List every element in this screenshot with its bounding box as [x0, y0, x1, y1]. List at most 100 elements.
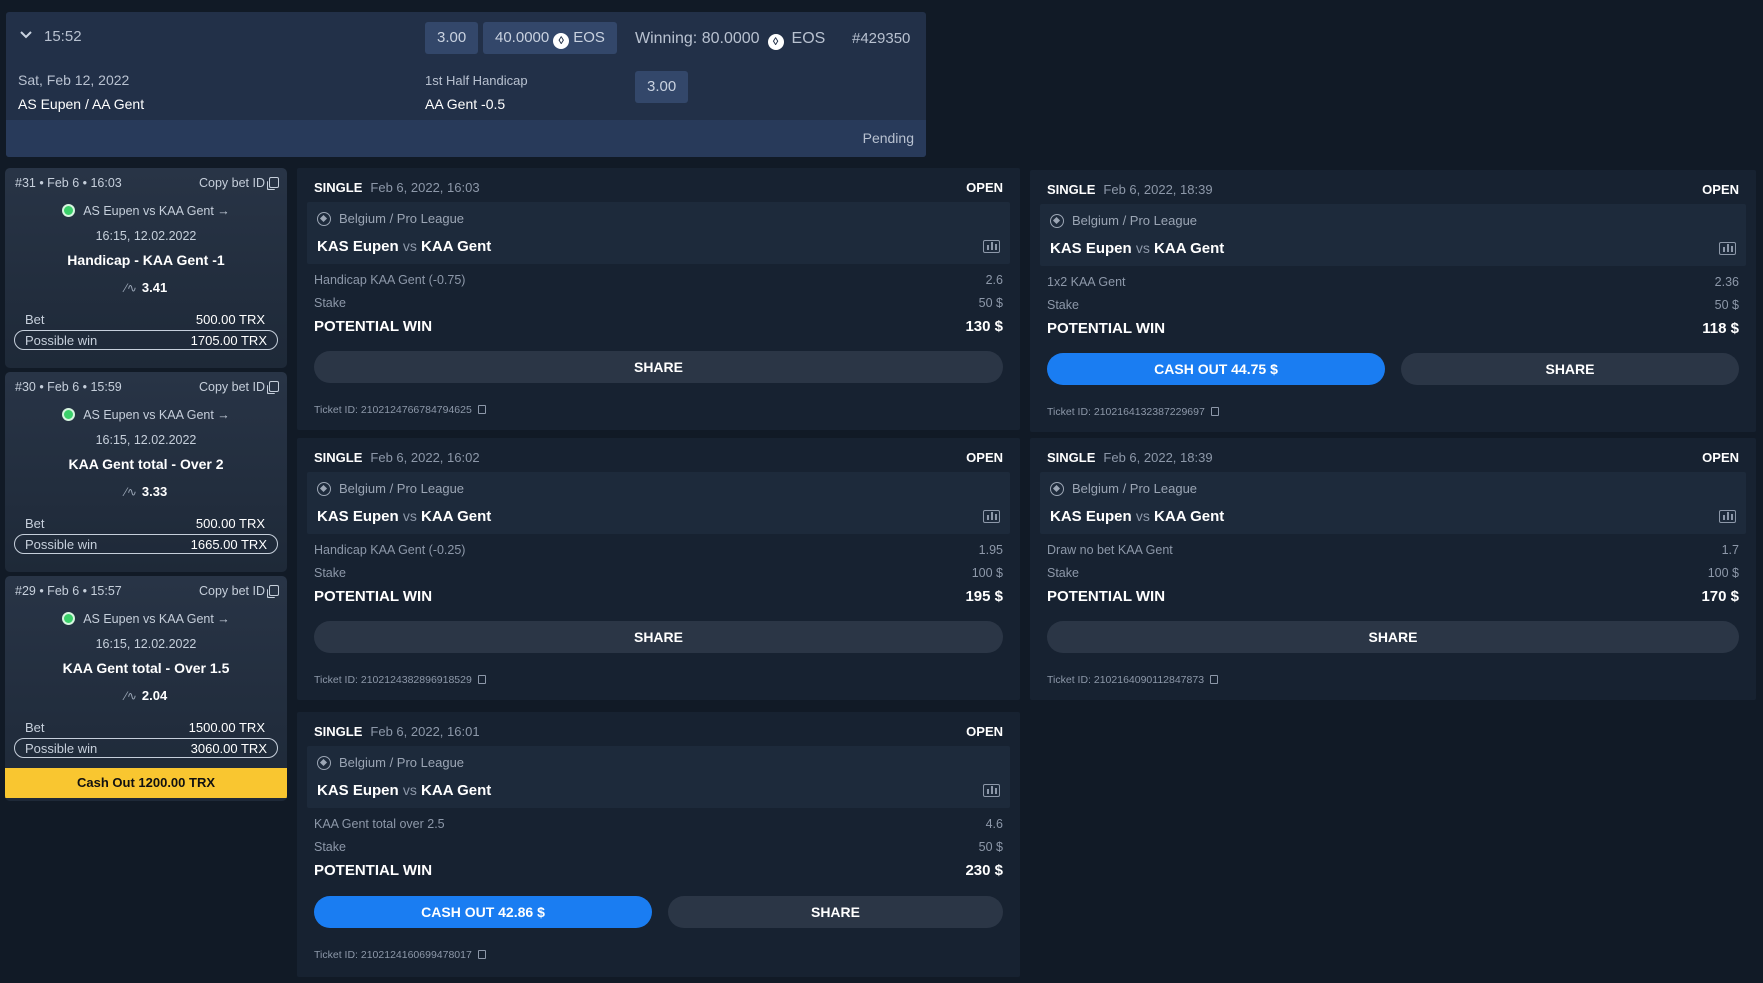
stats-icon[interactable]	[1719, 510, 1736, 523]
copy-icon[interactable]	[477, 675, 486, 684]
stake-value: 50 $	[978, 840, 1003, 854]
potential-win-value: 170 $	[1701, 588, 1739, 605]
pick-odds: 2.36	[1714, 275, 1739, 289]
cash-out-button[interactable]: CASH OUT 42.86 $	[314, 896, 652, 928]
copy-label: Copy bet ID	[198, 380, 265, 394]
bet-date: Sat, Feb 12, 2022	[18, 72, 130, 88]
odds-text: 3.33	[141, 484, 168, 499]
possible-win-value: 3060.00 TRX	[190, 741, 267, 756]
soccer-ball-icon	[317, 756, 331, 770]
home-team: KAS Eupen	[317, 508, 399, 525]
possible-win-box: Possible win 1705.00 TRX	[14, 330, 278, 350]
away-team: KAA Gent	[1154, 508, 1225, 525]
match-name: AS Eupen vs KAA Gent →	[83, 204, 230, 218]
away-team: KAA Gent	[421, 782, 492, 799]
ticket-card: SINGLE Feb 6, 2022, 16:02 OPEN Belgium / …	[297, 438, 1020, 700]
possible-win-value: 1665.00 TRX	[190, 537, 267, 552]
potential-win-value: 195 $	[965, 588, 1003, 605]
winning-label: Winning: 80.0000	[635, 30, 760, 47]
pick-label: Handicap KAA Gent (-0.75)	[314, 273, 466, 287]
ticket-footer: Pending	[6, 120, 926, 157]
ticket-type: SINGLE Feb 6, 2022, 18:39	[1047, 182, 1213, 197]
stats-icon[interactable]	[1719, 242, 1736, 255]
league-name: Belgium / Pro League	[339, 211, 465, 226]
share-button[interactable]: SHARE	[668, 896, 1003, 928]
ticket-date: Feb 6, 2022, 16:03	[370, 180, 480, 195]
stake-value: 100 $	[1707, 566, 1739, 580]
copy-bet-id-button[interactable]: Copy bet ID	[199, 584, 279, 598]
stats-icon[interactable]	[983, 784, 1000, 797]
copy-icon[interactable]	[1210, 675, 1219, 684]
league: Belgium / Pro League	[1050, 213, 1197, 228]
pick-label: KAA Gent total over 2.5	[314, 817, 445, 831]
pick-label: Draw no bet KAA Gent	[1047, 543, 1173, 557]
bet-card-header: #30 • Feb 6 • 15:59	[15, 380, 122, 394]
ticket-number: #429350	[852, 30, 911, 47]
event-box: Belgium / Pro League KAS Eupen vs KAA Ge…	[1040, 204, 1746, 266]
copy-icon[interactable]	[477, 405, 486, 414]
possible-win-label: Possible win	[25, 333, 98, 348]
teams: KAS Eupen vs KAA Gent	[1050, 508, 1224, 525]
stats-icon[interactable]	[983, 240, 1000, 253]
bet-value: 1500.00 TRX	[188, 720, 265, 735]
teams: KAS Eupen vs KAA Gent	[1050, 240, 1224, 257]
ticket-status: OPEN	[1702, 182, 1739, 197]
selection-odds-chip: 3.00	[635, 71, 689, 103]
stake-chip: 40.0000 ◊ EOS	[483, 22, 617, 54]
bet-card-match[interactable]: AS Eupen vs KAA Gent →	[5, 612, 287, 626]
ticket-date: Feb 6, 2022, 18:39	[1103, 182, 1213, 197]
share-button[interactable]: SHARE	[314, 621, 1003, 653]
potential-win-label: POTENTIAL WIN	[1047, 588, 1166, 605]
stake-label: Stake	[1047, 566, 1079, 580]
vs-label: vs	[1135, 240, 1150, 256]
share-button[interactable]: SHARE	[314, 351, 1003, 383]
stats-icon[interactable]	[983, 510, 1000, 523]
ticket-type: SINGLE Feb 6, 2022, 18:39	[1047, 450, 1213, 465]
ticket-type: SINGLE Feb 6, 2022, 16:03	[314, 180, 480, 195]
bet-card: #30 • Feb 6 • 15:59 Copy bet ID AS Eupen…	[5, 372, 287, 572]
bet-card: #29 • Feb 6 • 15:57 Copy bet ID AS Eupen…	[5, 576, 287, 801]
ticket-id-text: Ticket ID: 2102124382896918529	[314, 674, 472, 686]
odds-trend-icon: ⁄∿	[124, 281, 137, 295]
copy-icon[interactable]	[477, 950, 486, 959]
selection-name: AA Gent -0.5	[425, 96, 506, 112]
bet-label: Bet	[25, 312, 45, 327]
share-button[interactable]: SHARE	[1401, 353, 1739, 385]
bet-card-match[interactable]: AS Eupen vs KAA Gent →	[5, 408, 287, 422]
stake-value: 50 $	[978, 296, 1003, 310]
cash-out-button[interactable]: Cash Out 1200.00 TRX	[5, 768, 287, 798]
copy-bet-id-button[interactable]: Copy bet ID	[199, 176, 279, 190]
league: Belgium / Pro League	[317, 211, 464, 226]
match-datetime: 16:15, 12.02.2022	[95, 229, 197, 243]
possible-win-box: Possible win 1665.00 TRX	[14, 534, 278, 554]
market-name: Handicap - KAA Gent -1	[67, 252, 225, 268]
pick-odds: 2.6	[985, 273, 1003, 287]
ticket-status: OPEN	[966, 450, 1003, 465]
copy-bet-id-button[interactable]: Copy bet ID	[199, 380, 279, 394]
stake-value: 50 $	[1714, 298, 1739, 312]
copy-icon[interactable]	[1210, 407, 1219, 416]
cash-out-button[interactable]: CASH OUT 44.75 $	[1047, 353, 1385, 385]
ticket-date: Feb 6, 2022, 16:01	[370, 724, 480, 739]
chevron-down-icon[interactable]	[19, 28, 33, 42]
stake-label: Stake	[314, 296, 346, 310]
ticket-id: Ticket ID: 2102164132387229697	[1047, 406, 1219, 418]
home-team: KAS Eupen	[1050, 240, 1132, 257]
bet-card-match[interactable]: AS Eupen vs KAA Gent →	[5, 204, 287, 218]
bet-card-header: #29 • Feb 6 • 15:57	[15, 584, 122, 598]
ticket-card: SINGLE Feb 6, 2022, 18:39 OPEN Belgium / …	[1030, 170, 1756, 432]
ticket-id-text: Ticket ID: 2102124160699478017	[314, 949, 472, 961]
live-status-icon	[62, 204, 76, 217]
ticket-status: OPEN	[966, 180, 1003, 195]
market-name: 1st Half Handicap	[425, 73, 528, 88]
ticket-card: SINGLE Feb 6, 2022, 16:01 OPEN Belgium / …	[297, 712, 1020, 977]
share-button[interactable]: SHARE	[1047, 621, 1739, 653]
expanded-bet-ticket: 15:52 Sat, Feb 12, 2022 AS Eupen / AA Ge…	[6, 12, 926, 157]
vs-label: vs	[402, 782, 417, 798]
ticket-type-label: SINGLE	[1047, 182, 1096, 197]
pick-label: Handicap KAA Gent (-0.25)	[314, 543, 466, 557]
copy-icon	[269, 177, 279, 188]
stake-currency: EOS	[573, 29, 605, 46]
odds-text: 3.41	[141, 280, 168, 295]
event-box: Belgium / Pro League KAS Eupen vs KAA Ge…	[307, 472, 1010, 534]
